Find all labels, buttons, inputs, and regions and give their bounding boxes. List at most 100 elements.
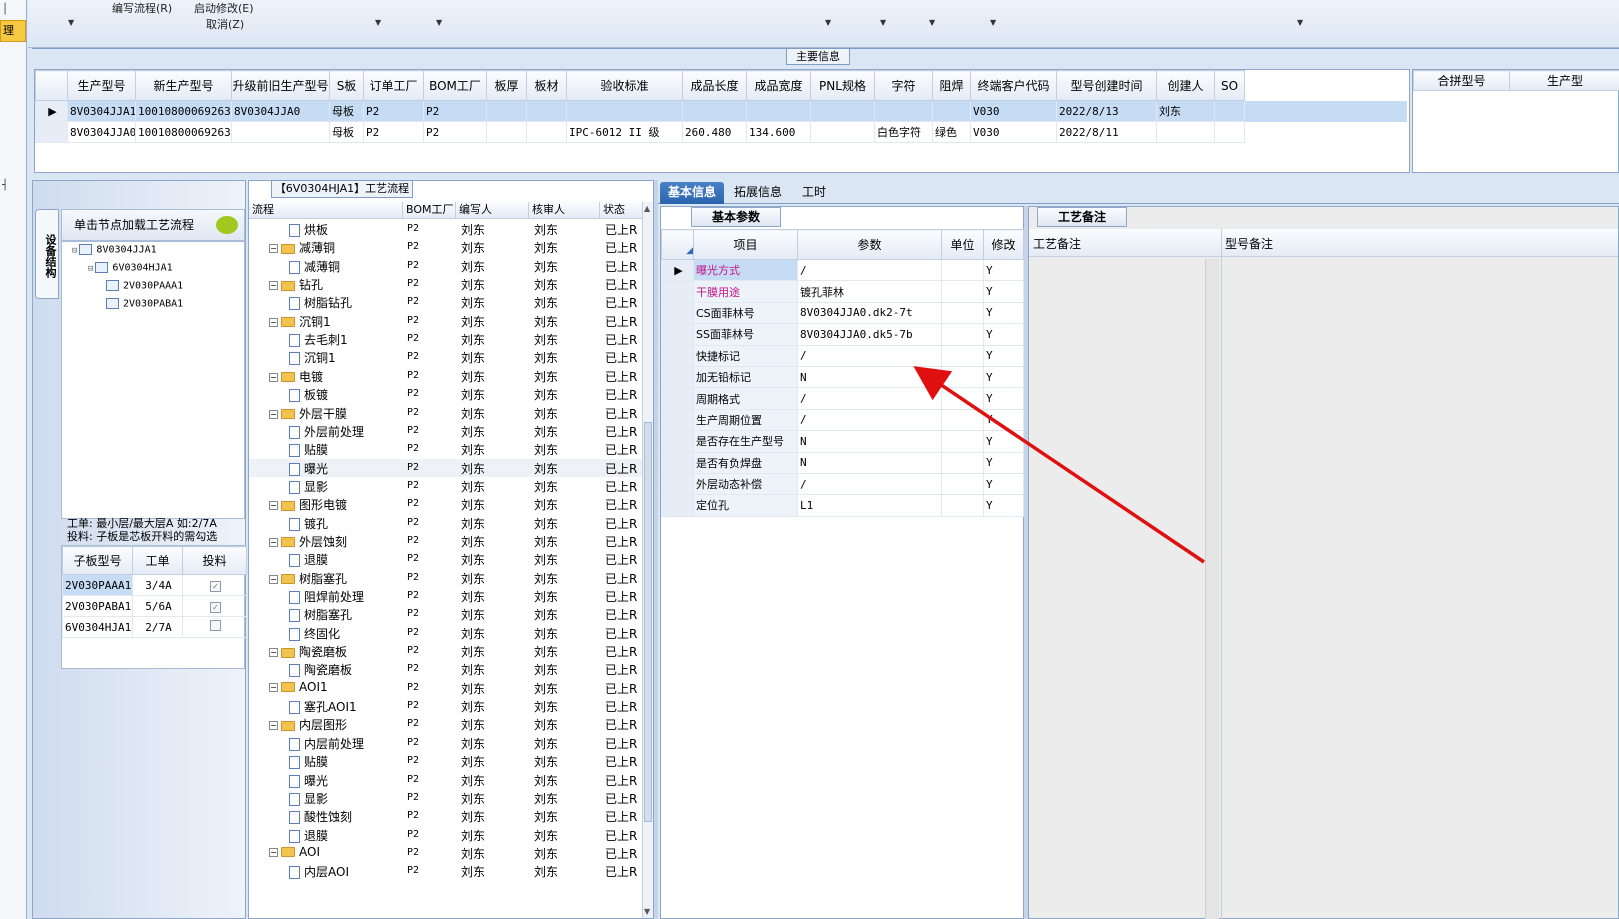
dropdown-arrow-icon[interactable]: ▼ bbox=[929, 18, 935, 27]
param-modify-flag[interactable]: Y bbox=[983, 323, 1024, 346]
param-modify-flag[interactable]: Y bbox=[983, 365, 1024, 389]
main-column-header[interactable]: 成品宽度 bbox=[746, 70, 811, 101]
param-unit[interactable] bbox=[941, 280, 984, 303]
param-unit[interactable] bbox=[941, 365, 984, 389]
params-table[interactable]: ◢ 项目 参数 单位 修改 ▶ 曝光方式 / Y 干膜用途 镀孔菲林 Y CS面菲林号 8V0304JJ… bbox=[661, 229, 1024, 517]
sub-column-header[interactable]: 投料 bbox=[182, 546, 247, 575]
table-row[interactable]: 8V0304JJA0 10010800069263 母板 P2 P2 IPC-6012 I… bbox=[35, 121, 1408, 143]
param-value[interactable]: 8V0304JJA0.dk2-7t bbox=[797, 301, 942, 325]
flow-row[interactable]: 贴膜 P2 刘东 刘东 已上R bbox=[249, 440, 643, 459]
param-row[interactable]: SS面菲林号 8V0304JJA0.dk5-7b Y bbox=[661, 323, 1024, 346]
scroll-down-icon[interactable]: ▼ bbox=[644, 907, 650, 916]
table-cell[interactable]: 8V0304JJA0 bbox=[67, 121, 136, 143]
param-modify-flag[interactable]: Y bbox=[983, 387, 1024, 410]
dropdown-arrow-icon[interactable]: ▼ bbox=[880, 18, 886, 27]
table-cell[interactable] bbox=[1214, 121, 1245, 143]
table-cell[interactable]: 8V0304JJA1 bbox=[67, 100, 136, 122]
param-row[interactable]: 周期格式 / Y bbox=[661, 387, 1024, 410]
scroll-thumb[interactable] bbox=[644, 422, 652, 822]
main-column-header[interactable]: 板厚 bbox=[486, 70, 527, 101]
flow-row[interactable]: − 沉铜1 P2 刘东 刘东 已上R bbox=[249, 312, 643, 331]
row-indicator[interactable]: ▶ bbox=[661, 258, 694, 282]
flow-row[interactable]: 减薄铜 P2 刘东 刘东 已上R bbox=[249, 257, 643, 276]
flow-row[interactable]: − 电镀 P2 刘东 刘东 已上R bbox=[249, 367, 643, 386]
table-cell[interactable] bbox=[486, 100, 527, 122]
tab-extended-info[interactable]: 拓展信息 bbox=[726, 182, 790, 204]
structure-tree[interactable]: ⊟ 8V0304JJA1 ⊟ 6V0304HJA1 2V030PAAA1 2V030PAB… bbox=[61, 241, 245, 519]
scroll-up-icon[interactable]: ▲ bbox=[644, 204, 650, 213]
param-value[interactable]: N bbox=[797, 451, 942, 474]
table-cell[interactable]: 绿色 bbox=[932, 121, 971, 143]
tree-node[interactable]: ⊟ 6V0304HJA1 bbox=[88, 262, 173, 274]
main-column-header[interactable]: 升级前旧生产型号 bbox=[231, 70, 330, 101]
param-value[interactable]: 镀孔菲林 bbox=[797, 280, 942, 303]
dropdown-arrow-icon[interactable]: ▼ bbox=[1297, 18, 1303, 27]
params-column-header[interactable]: 项目 bbox=[693, 229, 798, 260]
table-cell[interactable]: P2 bbox=[363, 100, 424, 122]
main-column-header[interactable]: 字符 bbox=[874, 70, 933, 101]
collapse-icon[interactable]: − bbox=[269, 847, 278, 857]
tree-node[interactable]: ⊟ 8V0304JJA1 bbox=[72, 244, 157, 256]
collapse-icon[interactable]: − bbox=[269, 501, 278, 511]
param-value[interactable]: L1 bbox=[797, 494, 942, 517]
speech-bubble-icon[interactable] bbox=[216, 216, 238, 234]
main-info-grid[interactable]: 生产型号 新生产型号 升级前旧生产型号 S板 订单工厂 BOM工厂 板厚 板材 验收标准 成品长度… bbox=[34, 69, 1410, 173]
param-value[interactable]: / bbox=[797, 344, 942, 367]
table-cell[interactable]: 260.480 bbox=[682, 121, 747, 143]
flow-row[interactable]: − 图形电镀 P2 刘东 刘东 已上R bbox=[249, 495, 643, 514]
flow-row[interactable]: 去毛刺1 P2 刘东 刘东 已上R bbox=[249, 330, 643, 349]
param-value[interactable]: N bbox=[797, 365, 942, 389]
main-column-header[interactable]: 新生产型号 bbox=[135, 70, 232, 101]
main-column-header[interactable]: 生产型号 bbox=[67, 70, 136, 101]
row-indicator[interactable] bbox=[661, 323, 694, 346]
table-cell[interactable]: 2022/8/13 bbox=[1056, 100, 1157, 122]
param-row[interactable]: 定位孔 L1 Y bbox=[661, 494, 1024, 517]
row-indicator[interactable]: ▶ bbox=[35, 100, 68, 122]
row-indicator[interactable] bbox=[661, 408, 694, 432]
row-indicator[interactable] bbox=[661, 494, 694, 517]
flow-column-header[interactable]: 流程 bbox=[249, 202, 403, 219]
param-row[interactable]: 外层动态补偿 / Y bbox=[661, 472, 1024, 496]
flow-row[interactable]: 贴膜 P2 刘东 刘东 已上R bbox=[249, 752, 643, 771]
table-cell[interactable] bbox=[566, 100, 683, 122]
param-modify-flag[interactable]: Y bbox=[983, 430, 1024, 453]
sub-board-model[interactable]: 2V030PAAA1 bbox=[62, 574, 133, 596]
main-column-header[interactable]: PNL规格 bbox=[810, 70, 875, 101]
splitter[interactable] bbox=[654, 180, 658, 919]
edit-flow-button[interactable]: 编写流程(R) bbox=[112, 0, 172, 16]
param-value[interactable]: / bbox=[797, 472, 942, 496]
sub-board-model[interactable]: 6V0304HJA1 bbox=[62, 616, 133, 638]
sub-board-order[interactable]: 3/4A bbox=[132, 574, 183, 596]
flow-row[interactable]: 烘板 P2 刘东 刘东 已上R bbox=[249, 220, 643, 239]
flow-row[interactable]: 陶瓷磨板 P2 刘东 刘东 已上R bbox=[249, 660, 643, 679]
row-indicator[interactable] bbox=[661, 280, 694, 303]
param-row[interactable]: 加无铅标记 N Y bbox=[661, 365, 1024, 389]
flow-row[interactable]: 阻焊前处理 P2 刘东 刘东 已上R bbox=[249, 587, 643, 606]
flow-row[interactable]: − 减薄铜 P2 刘东 刘东 已上R bbox=[249, 238, 643, 257]
table-cell[interactable]: 134.600 bbox=[746, 121, 811, 143]
table-cell[interactable] bbox=[682, 100, 747, 122]
base-params-tab[interactable]: 基本参数 bbox=[691, 207, 781, 227]
main-column-header[interactable]: 型号创建时间 bbox=[1056, 70, 1157, 101]
tab-basic-info[interactable]: 基本信息 bbox=[660, 182, 725, 204]
collapse-icon[interactable]: − bbox=[269, 721, 278, 731]
table-cell[interactable] bbox=[526, 100, 567, 122]
left-active-marker[interactable]: 理 bbox=[0, 20, 26, 42]
param-row[interactable]: 是否有负焊盘 N Y bbox=[661, 451, 1024, 474]
collapse-icon[interactable]: − bbox=[269, 574, 278, 584]
collapse-icon[interactable]: − bbox=[269, 244, 278, 254]
flow-row[interactable]: − AOI P2 刘东 刘东 已上R bbox=[249, 844, 643, 863]
dropdown-arrow-icon[interactable]: ▼ bbox=[990, 18, 996, 27]
prod-model-column-header[interactable]: 生产型 bbox=[1509, 70, 1619, 91]
param-modify-flag[interactable]: Y bbox=[983, 408, 1024, 432]
table-cell[interactable]: 8V0304JJA0 bbox=[231, 100, 330, 122]
table-cell[interactable]: P2 bbox=[423, 100, 487, 122]
cancel-button[interactable]: 取消(Z) bbox=[206, 16, 244, 32]
param-unit[interactable] bbox=[941, 494, 984, 517]
table-cell[interactable] bbox=[874, 100, 933, 122]
craft-note-column-header[interactable]: 工艺备注 bbox=[1033, 235, 1081, 252]
craft-notes-tab[interactable]: 工艺备注 bbox=[1037, 207, 1127, 227]
table-cell[interactable] bbox=[932, 100, 971, 122]
flow-row[interactable]: 曝光 P2 刘东 刘东 已上R bbox=[249, 771, 643, 790]
tree-collapse-icon[interactable]: ⊟ bbox=[72, 246, 77, 256]
